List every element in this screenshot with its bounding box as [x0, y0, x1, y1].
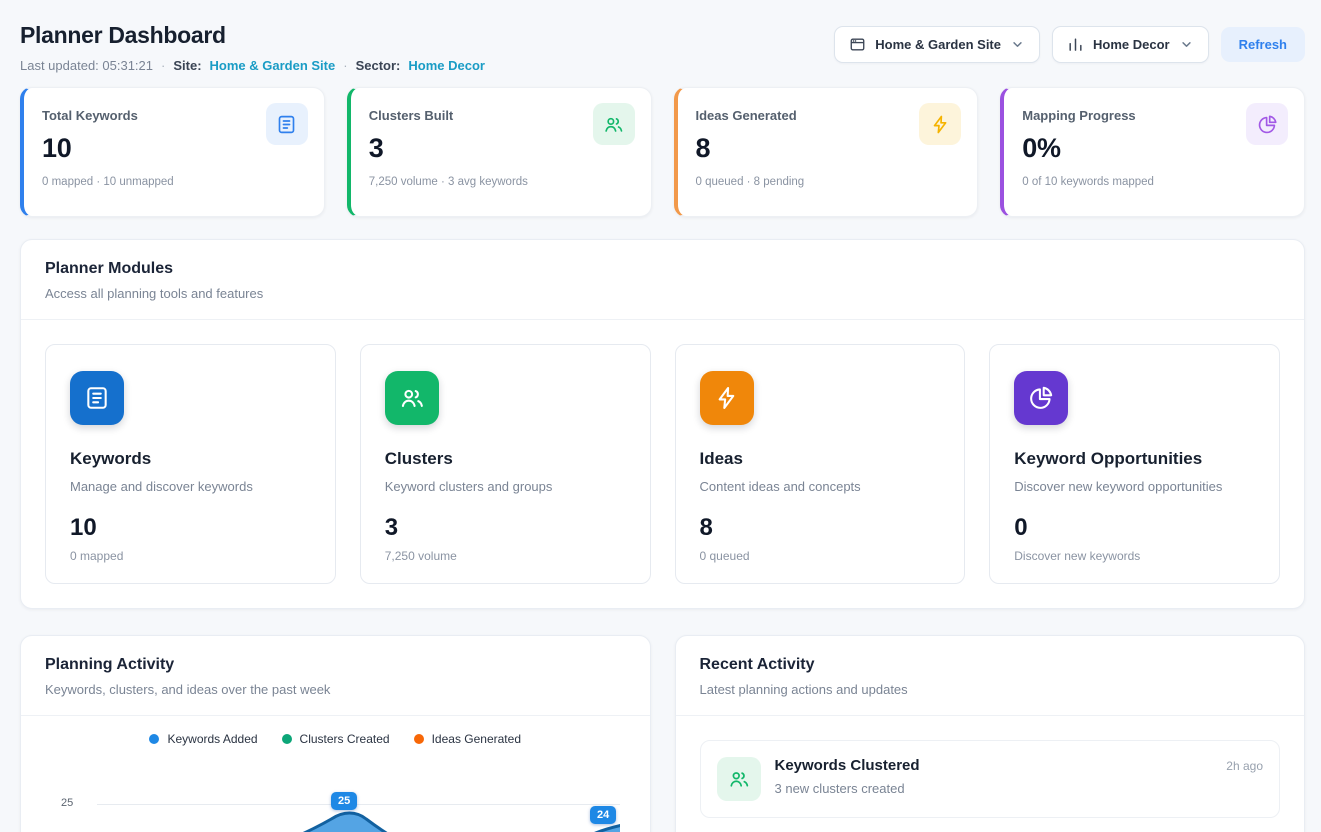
module-description: Content ideas and concepts — [700, 479, 941, 494]
sector-selector-dropdown[interactable]: Home Decor — [1052, 26, 1209, 63]
users-icon — [593, 103, 635, 145]
keywords-added-area-series — [97, 804, 620, 832]
module-subtitle: 0 mapped — [70, 549, 311, 563]
legend-label: Keywords Added — [167, 732, 257, 746]
users-icon — [385, 371, 439, 425]
sector-label: Sector: — [356, 58, 401, 73]
legend-dot — [149, 734, 159, 744]
activity-main: Keywords Clustered 2h ago 3 new clusters… — [775, 757, 1264, 796]
modules-grid: Keywords Manage and discover keywords 10… — [21, 320, 1304, 608]
last-updated-text: Last updated: 05:31:21 — [20, 58, 153, 73]
module-card-ideas[interactable]: Ideas Content ideas and concepts 8 0 que… — [675, 344, 966, 584]
site-label: Site: — [173, 58, 201, 73]
module-card-keyword-opportunities[interactable]: Keyword Opportunities Discover new keywo… — [989, 344, 1280, 584]
modules-subtitle: Access all planning tools and features — [45, 286, 1280, 301]
activity-title: Keywords Clustered — [775, 757, 920, 774]
activity-item-keywords-clustered[interactable]: Keywords Clustered 2h ago 3 new clusters… — [700, 740, 1281, 818]
legend-item-clusters-created: Clusters Created — [282, 732, 390, 746]
chevron-down-icon — [1179, 37, 1194, 52]
legend-dot — [414, 734, 424, 744]
module-card-clusters[interactable]: Clusters Keyword clusters and groups 3 7… — [360, 344, 651, 584]
separator: · — [343, 58, 347, 73]
activity-timestamp: 2h ago — [1226, 759, 1263, 773]
stat-card-ideas-generated: Ideas Generated 8 0 queued · 8 pending — [674, 87, 979, 217]
stat-card-clusters-built: Clusters Built 3 7,250 volume · 3 avg ke… — [347, 87, 652, 217]
stat-subtitle: 0 queued · 8 pending — [696, 176, 960, 188]
sector-selector-value: Home Decor — [1093, 37, 1170, 52]
modules-title: Planner Modules — [45, 260, 1280, 278]
legend-item-keywords-added: Keywords Added — [149, 732, 257, 746]
module-title: Keyword Opportunities — [1014, 449, 1255, 469]
stat-subtitle: 0 mapped · 10 unmapped — [42, 176, 306, 188]
stat-cards-row: Total Keywords 10 0 mapped · 10 unmapped… — [20, 87, 1305, 217]
chevron-down-icon — [1010, 37, 1025, 52]
module-value: 3 — [385, 514, 626, 542]
module-card-keywords[interactable]: Keywords Manage and discover keywords 10… — [45, 344, 336, 584]
pie-chart-icon — [1246, 103, 1288, 145]
sector-link[interactable]: Home Decor — [408, 58, 485, 73]
y-axis-tick: 25 — [61, 797, 73, 809]
module-value: 10 — [70, 514, 311, 542]
stat-card-mapping-progress: Mapping Progress 0% 0 of 10 keywords map… — [1000, 87, 1305, 217]
activity-top-row: Keywords Clustered 2h ago — [775, 757, 1264, 774]
activity-area-chart[interactable]: 25 25 24 — [45, 764, 626, 832]
refresh-button[interactable]: Refresh — [1221, 27, 1305, 62]
meta-line: Last updated: 05:31:21 · Site: Home & Ga… — [20, 58, 485, 73]
site-selector-value: Home & Garden Site — [875, 37, 1001, 52]
module-title: Ideas — [700, 449, 941, 469]
bolt-icon — [700, 371, 754, 425]
planning-activity-body: Keywords Added Clusters Created Ideas Ge… — [21, 732, 650, 832]
header-controls: Home & Garden Site Home Decor Refresh — [834, 22, 1305, 63]
planning-activity-subtitle: Keywords, clusters, and ideas over the p… — [45, 682, 626, 697]
module-subtitle: 7,250 volume — [385, 549, 626, 563]
planning-activity-header: Planning Activity Keywords, clusters, an… — [21, 636, 650, 716]
data-point-label: 24 — [590, 806, 616, 824]
module-subtitle: Discover new keywords — [1014, 549, 1255, 563]
bar-chart-icon — [1067, 36, 1084, 53]
stat-subtitle: 0 of 10 keywords mapped — [1022, 176, 1286, 188]
activity-description: 3 new clusters created — [775, 781, 1264, 796]
module-value: 0 — [1014, 514, 1255, 542]
module-subtitle: 0 queued — [700, 549, 941, 563]
module-value: 8 — [700, 514, 941, 542]
bolt-icon — [919, 103, 961, 145]
stat-card-total-keywords: Total Keywords 10 0 mapped · 10 unmapped — [20, 87, 325, 217]
separator: · — [161, 58, 165, 73]
legend-label: Clusters Created — [300, 732, 390, 746]
recent-activity-panel: Recent Activity Latest planning actions … — [675, 635, 1306, 832]
activity-list: Keywords Clustered 2h ago 3 new clusters… — [676, 716, 1305, 832]
document-icon — [266, 103, 308, 145]
data-point-label: 25 — [331, 792, 357, 810]
topbar: Planner Dashboard Last updated: 05:31:21… — [0, 0, 1321, 73]
site-link[interactable]: Home & Garden Site — [210, 58, 336, 73]
page-title: Planner Dashboard — [20, 22, 485, 49]
recent-activity-subtitle: Latest planning actions and updates — [700, 682, 1281, 697]
site-window-icon — [849, 36, 866, 53]
module-description: Keyword clusters and groups — [385, 479, 626, 494]
module-title: Clusters — [385, 449, 626, 469]
module-title: Keywords — [70, 449, 311, 469]
planning-activity-title: Planning Activity — [45, 656, 626, 674]
users-icon — [717, 757, 761, 801]
module-description: Manage and discover keywords — [70, 479, 311, 494]
legend-label: Ideas Generated — [432, 732, 521, 746]
modules-header: Planner Modules Access all planning tool… — [21, 240, 1304, 320]
planner-modules-panel: Planner Modules Access all planning tool… — [20, 239, 1305, 609]
recent-activity-title: Recent Activity — [700, 656, 1281, 674]
document-icon — [70, 371, 124, 425]
legend-item-ideas-generated: Ideas Generated — [414, 732, 521, 746]
stat-subtitle: 7,250 volume · 3 avg keywords — [369, 176, 633, 188]
site-selector-dropdown[interactable]: Home & Garden Site — [834, 26, 1040, 63]
recent-activity-header: Recent Activity Latest planning actions … — [676, 636, 1305, 716]
bottom-row: Planning Activity Keywords, clusters, an… — [20, 635, 1305, 832]
pie-chart-icon — [1014, 371, 1068, 425]
chart-legend: Keywords Added Clusters Created Ideas Ge… — [45, 732, 626, 746]
module-description: Discover new keyword opportunities — [1014, 479, 1255, 494]
topbar-left: Planner Dashboard Last updated: 05:31:21… — [20, 22, 485, 73]
planning-activity-panel: Planning Activity Keywords, clusters, an… — [20, 635, 651, 832]
legend-dot — [282, 734, 292, 744]
